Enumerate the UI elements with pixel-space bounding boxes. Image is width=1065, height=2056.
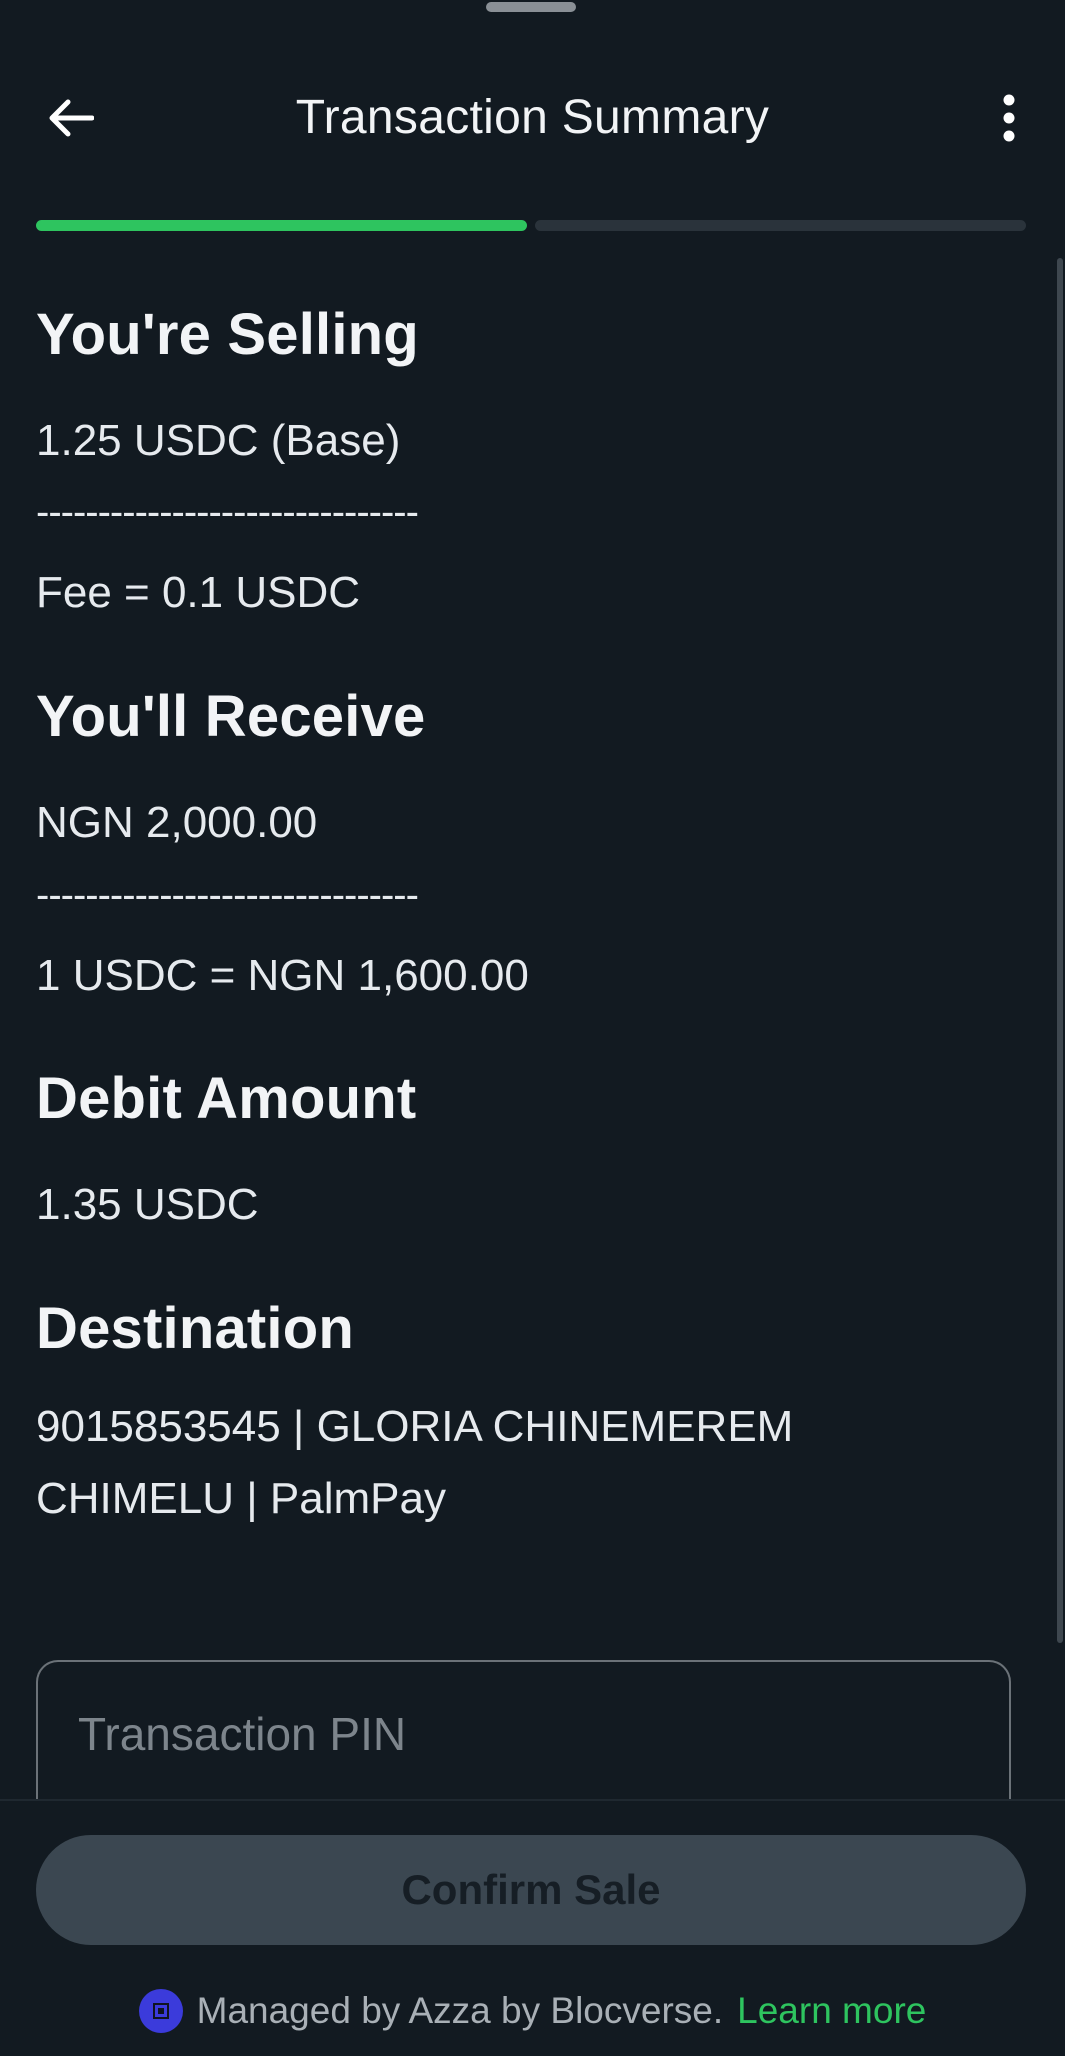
more-options-button[interactable] <box>984 88 1034 148</box>
destination-heading: Destination <box>36 1295 354 1361</box>
debit-heading: Debit Amount <box>36 1066 417 1132</box>
fee-text: Fee = 0.1 USDC <box>36 568 361 618</box>
scrollbar[interactable] <box>1057 258 1063 1643</box>
learn-more-link[interactable]: Learn more <box>737 1990 926 2032</box>
transaction-pin-field[interactable] <box>36 1660 1011 1810</box>
debit-amount: 1.35 USDC <box>36 1179 259 1229</box>
destination-line-2: CHIMELU | PalmPay <box>36 1474 446 1524</box>
summary-content: You're Selling 1.25 USDC (Base) --------… <box>36 290 1026 1535</box>
receive-heading: You'll Receive <box>36 684 426 750</box>
more-vertical-icon <box>1003 94 1015 142</box>
azza-logo-icon <box>138 1989 183 2033</box>
confirm-sale-button[interactable]: Confirm Sale <box>36 1835 1026 1945</box>
destination-line-1: 9015853545 | GLORIA CHINEMEREM <box>36 1402 794 1452</box>
managed-by-text: Managed by Azza by Blocverse. <box>196 1990 724 2031</box>
receive-divider: ------------------------------- <box>36 874 419 915</box>
selling-heading: You're Selling <box>36 302 419 367</box>
managed-by-notice: Managed by Azza by Blocverse. Learn more <box>0 1989 1065 2033</box>
receive-amount: NGN 2,000.00 <box>36 797 318 847</box>
selling-amount: 1.25 USDC (Base) <box>36 415 401 465</box>
exchange-rate: 1 USDC = NGN 1,600.00 <box>36 950 529 1000</box>
page-title: Transaction Summary <box>295 91 770 144</box>
progress-step-complete <box>36 220 527 231</box>
step-progress-bar <box>36 220 1026 231</box>
progress-step-pending <box>535 220 1026 231</box>
transaction-pin-input[interactable] <box>78 1704 958 1764</box>
app-header: Transaction Summary <box>0 60 1065 176</box>
sheet-drag-handle[interactable] <box>486 2 576 12</box>
bottom-action-bar: Confirm Sale Managed by Azza by Blocvers… <box>0 1799 1065 2056</box>
selling-divider: ------------------------------- <box>36 492 419 533</box>
transaction-summary-screen: Transaction Summary You're Selling 1.25 … <box>0 0 1065 2056</box>
destination-details: 9015853545 | GLORIA CHINEMEREM CHIMELU |… <box>36 1391 1026 1535</box>
